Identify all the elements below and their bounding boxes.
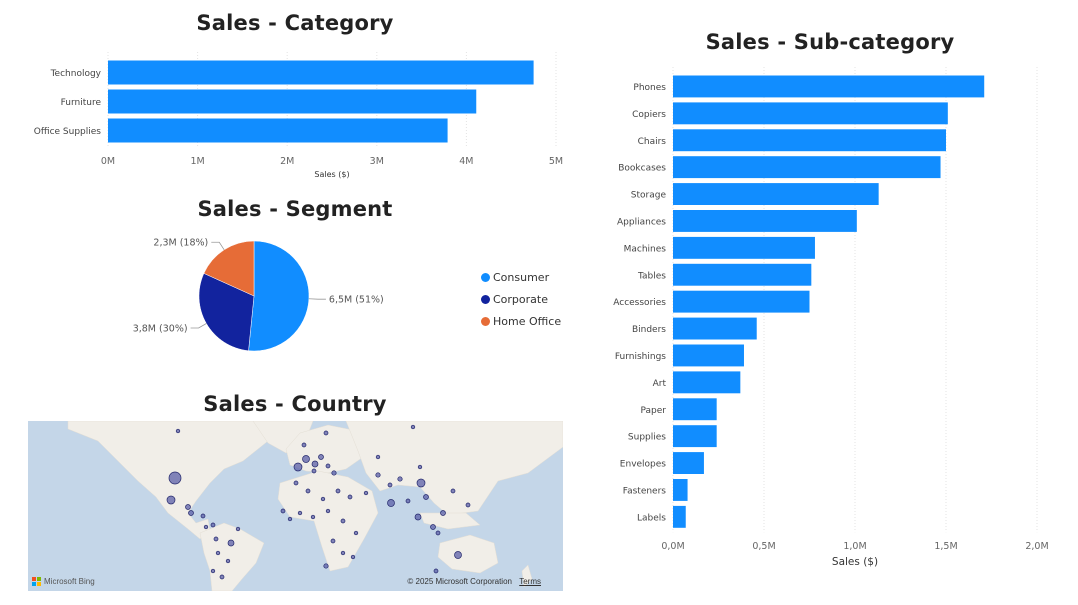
x-tick-label: 1M [190,156,204,167]
bar-envelopes[interactable] [673,452,704,474]
bar-art[interactable] [673,371,741,394]
segment-legend: Consumer Corporate Home Office [481,266,561,332]
bar-accessories[interactable] [673,290,810,313]
x-tick-label: 0M [101,156,115,167]
x-tick-label: 2,0M [1025,541,1048,552]
bar-supplies[interactable] [673,425,717,448]
pie-data-label-home-office: 2,3M (18%) [153,238,208,249]
category-label-technology: Technology [50,69,102,79]
bar-technology[interactable] [108,60,534,85]
pie-data-label-corporate: 3,8M (30%) [133,324,188,335]
bar-copiers[interactable] [673,102,948,125]
legend-item-corporate[interactable]: Corporate [481,288,561,310]
category-chart-title: Sales - Category [196,11,394,35]
x-tick-label: 1,5M [934,541,957,552]
bar-tables[interactable] [673,263,812,286]
bar-labels[interactable] [673,505,686,528]
bar-furniture[interactable] [108,89,477,114]
category-label-furniture: Furniture [61,98,102,108]
legend-label-corporate: Corporate [493,292,548,306]
x-tick-label: 5M [549,156,563,167]
subcategory-chart-title: Sales - Sub-category [705,30,955,54]
category-label-phones: Phones [633,83,666,93]
category-bar-chart[interactable]: 0M 1M 2M 3M 4M 5M Technology Furniture Office Su… [0,45,580,185]
category-label-appliances: Appliances [617,217,666,227]
copyright-text: © 2025 Microsoft Corporation [407,577,512,586]
category-label-fasteners: Fasteners [623,486,667,496]
country-map[interactable]: Microsoft Bing © 2025 Microsoft Corporat… [28,421,563,591]
leader-line [190,323,207,329]
x-tick-label: 1,0M [843,541,866,552]
bar-storage[interactable] [673,183,879,205]
bar-binders[interactable] [673,317,757,340]
x-tick-label: 2M [280,156,294,167]
leader-line [211,241,225,251]
microsoft-logo-icon [32,577,41,586]
land-masses [67,421,563,591]
subcategory-bar-chart[interactable]: 0,0M 0,5M 1,0M 1,5M 2,0M Phones Copiers Chairs B… [580,60,1078,575]
category-label-machines: Machines [624,244,667,254]
legend-swatch-home-office [481,316,490,326]
country-map-title: Sales - Country [203,392,387,416]
category-label-supplies: Supplies [628,433,666,443]
bar-machines[interactable] [673,236,815,259]
legend-swatch-corporate [481,294,490,304]
legend-swatch-consumer [481,272,490,282]
category-label-envelopes: Envelopes [620,460,667,470]
segment-chart-title: Sales - Segment [197,197,393,221]
pie-slice-consumer[interactable] [248,240,310,352]
category-label-art: Art [653,379,667,389]
x-axis-title: Sales ($) [832,556,878,568]
bar-chairs[interactable] [673,129,946,152]
legend-label-home-office: Home Office [493,314,562,328]
category-label-binders: Binders [632,325,666,335]
pie-data-label-consumer: 6,5M (51%) [329,295,384,306]
terms-link[interactable]: Terms [519,577,541,586]
category-label-bookcases: Bookcases [618,164,666,174]
x-tick-label: 3M [370,156,384,167]
bing-attribution: Microsoft Bing [32,577,95,586]
category-label-storage: Storage [631,191,667,201]
category-label-office-supplies: Office Supplies [34,127,102,137]
world-map-canvas [67,421,563,591]
x-axis-title: Sales ($) [314,170,349,179]
category-label-labels: Labels [637,513,666,523]
category-label-paper: Paper [641,406,667,416]
category-label-chairs: Chairs [638,137,667,147]
bar-phones[interactable] [673,75,985,98]
category-label-furnishings: Furnishings [615,352,666,362]
map-copyright: © 2025 Microsoft Corporation Terms [407,577,541,586]
bar-furnishings[interactable] [673,344,744,367]
segment-pie-chart[interactable]: 6,5M (51%) 3,8M (30%) 2,3M (18%) [120,230,420,360]
category-label-accessories: Accessories [613,298,666,308]
legend-item-home-office[interactable]: Home Office [481,310,561,332]
x-tick-label: 0,5M [752,541,775,552]
legend-label-consumer: Consumer [493,270,550,284]
bar-bookcases[interactable] [673,156,941,179]
category-label-tables: Tables [637,271,666,281]
x-tick-label: 0,0M [661,541,684,552]
bar-fasteners[interactable] [673,479,688,501]
category-label-copiers: Copiers [632,110,666,120]
bar-appliances[interactable] [673,210,857,232]
bar-paper[interactable] [673,398,717,421]
bar-office-supplies[interactable] [108,118,448,143]
legend-item-consumer[interactable]: Consumer [481,266,561,288]
bing-label: Microsoft Bing [44,577,95,586]
x-tick-label: 4M [459,156,473,167]
